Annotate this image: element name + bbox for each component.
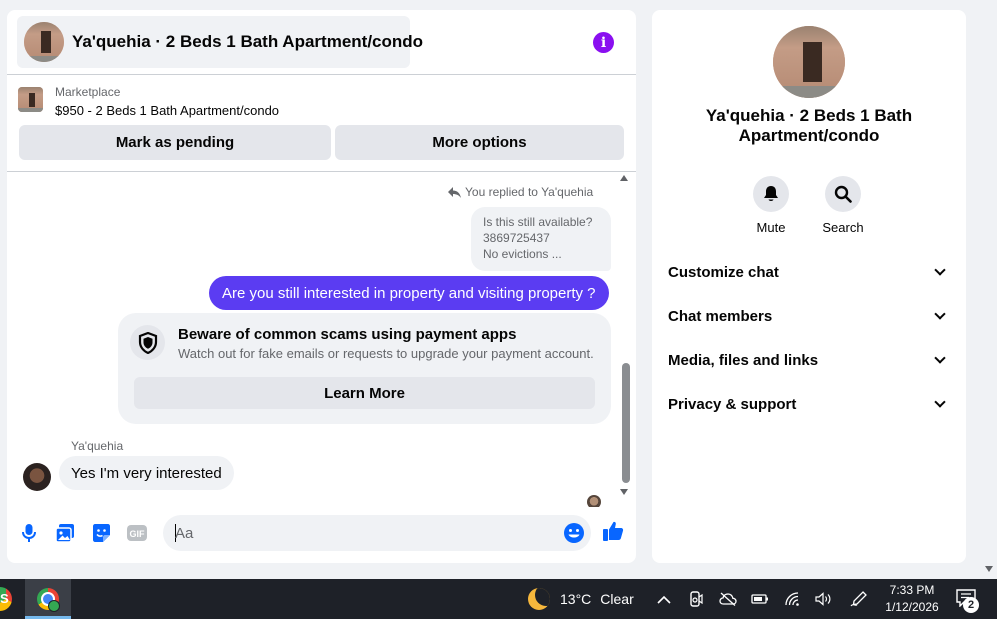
section-customize-chat[interactable]: Customize chat <box>668 261 950 283</box>
bell-icon[interactable] <box>753 176 789 212</box>
seen-receipt-avatar <box>587 495 601 507</box>
clock-time: 7:33 PM <box>889 583 935 597</box>
learn-more-button[interactable]: Learn More <box>134 377 595 409</box>
battery-icon[interactable] <box>750 589 770 609</box>
section-label: Privacy & support <box>668 395 797 413</box>
mute-button[interactable]: Mute <box>741 176 801 235</box>
taskbar-app-icon[interactable]: S <box>0 587 12 611</box>
incoming-message[interactable]: Yes I'm very interested <box>59 456 234 490</box>
scrollbar-thumb[interactable] <box>622 363 630 483</box>
moon-icon <box>528 588 550 610</box>
section-label: Customize chat <box>668 263 779 281</box>
conversation-title: Ya'quehia · 2 Beds 1 Bath Apartment/cond… <box>72 32 424 51</box>
photo-icon[interactable] <box>54 522 76 544</box>
chevron-down-icon <box>934 264 946 276</box>
marketplace-listing: Marketplace $950 - 2 Beds 1 Bath Apartme… <box>7 76 636 172</box>
chevron-down-icon <box>934 308 946 320</box>
section-label: Media, files and links <box>668 351 819 369</box>
scam-warning-card: Beware of common scams using payment app… <box>118 313 611 424</box>
sticker-icon[interactable] <box>90 522 112 544</box>
notification-count-badge: 2 <box>963 597 979 613</box>
listing-thumbnail <box>24 22 64 62</box>
scam-warning-title: Beware of common scams using payment app… <box>178 326 517 343</box>
listing-source: Marketplace <box>55 85 121 99</box>
windows-taskbar: S 13°C Clear 7:33 PM 1/12/2026 2 <box>0 579 997 619</box>
message-input-box[interactable] <box>163 515 591 551</box>
meet-now-icon[interactable] <box>686 589 706 609</box>
profile-badge-icon <box>48 600 60 612</box>
taskbar-chrome-button[interactable] <box>25 579 71 619</box>
chevron-down-icon <box>934 352 946 364</box>
reply-indicator-text: You replied to Ya'quehia <box>465 185 594 199</box>
quoted-line: 3869725437 <box>483 231 550 245</box>
reply-arrow-icon <box>448 186 461 198</box>
sender-name: Ya'quehia <box>71 439 124 453</box>
listing-title[interactable]: $950 - 2 Beds 1 Bath Apartment/condo <box>55 103 279 118</box>
clock-date: 1/12/2026 <box>885 600 939 614</box>
reply-indicator: You replied to Ya'quehia <box>448 185 593 199</box>
cloud-offline-icon[interactable] <box>718 589 738 609</box>
chevron-up-icon[interactable] <box>654 589 674 609</box>
microphone-icon[interactable] <box>18 522 40 544</box>
listing-photo[interactable] <box>773 26 845 98</box>
outgoing-message[interactable]: Are you still interested in property and… <box>209 276 609 310</box>
mark-as-pending-button[interactable]: Mark as pending <box>19 125 331 160</box>
search-label: Search <box>822 220 864 235</box>
chevron-down-icon <box>934 396 946 408</box>
section-chat-members[interactable]: Chat members <box>668 305 950 327</box>
scroll-up-arrow[interactable] <box>620 175 628 181</box>
message-list[interactable]: You replied to Ya'quehia Is this still a… <box>7 173 636 507</box>
thumbs-up-icon[interactable] <box>602 520 624 542</box>
weather-condition: Clear <box>600 591 634 607</box>
wifi-icon[interactable] <box>783 589 803 609</box>
quoted-message[interactable]: Is this still available? 3869725437 No e… <box>471 207 611 271</box>
shield-icon <box>130 325 165 360</box>
chat-header: Ya'quehia · 2 Beds 1 Bath Apartment/cond… <box>7 10 636 75</box>
conversation-title-button[interactable]: Ya'quehia · 2 Beds 1 Bath Apartment/cond… <box>17 16 423 68</box>
info-panel-title: Ya'quehia · 2 Beds 1 Bath Apartment/cond… <box>705 106 913 145</box>
quoted-line: No evictions ... <box>483 247 562 261</box>
search-button[interactable]: Search <box>813 176 873 235</box>
message-input[interactable] <box>175 515 555 551</box>
gif-icon[interactable]: GIF <box>126 522 148 544</box>
taskbar-app-label: S <box>0 591 9 606</box>
weather-temperature: 13°C <box>560 591 592 607</box>
weather-widget[interactable]: 13°C Clear <box>528 588 634 610</box>
scroll-down-arrow[interactable] <box>620 489 628 495</box>
section-privacy-support[interactable]: Privacy & support <box>668 393 950 415</box>
gif-label: GIF <box>130 529 146 539</box>
quoted-line: Is this still available? <box>483 215 593 229</box>
page-scroll-down-arrow[interactable] <box>985 566 993 572</box>
sender-avatar[interactable] <box>23 463 51 491</box>
more-options-button[interactable]: More options <box>335 125 624 160</box>
search-icon[interactable] <box>825 176 861 212</box>
message-composer: GIF <box>7 510 636 563</box>
volume-icon[interactable] <box>814 589 834 609</box>
mute-label: Mute <box>756 220 786 235</box>
info-icon[interactable]: i <box>593 32 614 53</box>
conversation-info-panel: Ya'quehia · 2 Beds 1 Bath Apartment/cond… <box>652 10 966 563</box>
section-label: Chat members <box>668 307 773 325</box>
listing-thumbnail-small[interactable] <box>18 87 43 112</box>
emoji-icon[interactable] <box>563 522 585 544</box>
scam-warning-body: Watch out for fake emails or requests to… <box>178 346 594 361</box>
section-media-files-links[interactable]: Media, files and links <box>668 349 950 371</box>
chat-panel: Ya'quehia · 2 Beds 1 Bath Apartment/cond… <box>7 10 636 563</box>
pen-icon[interactable] <box>849 589 869 609</box>
system-clock[interactable]: 7:33 PM 1/12/2026 <box>880 582 944 616</box>
